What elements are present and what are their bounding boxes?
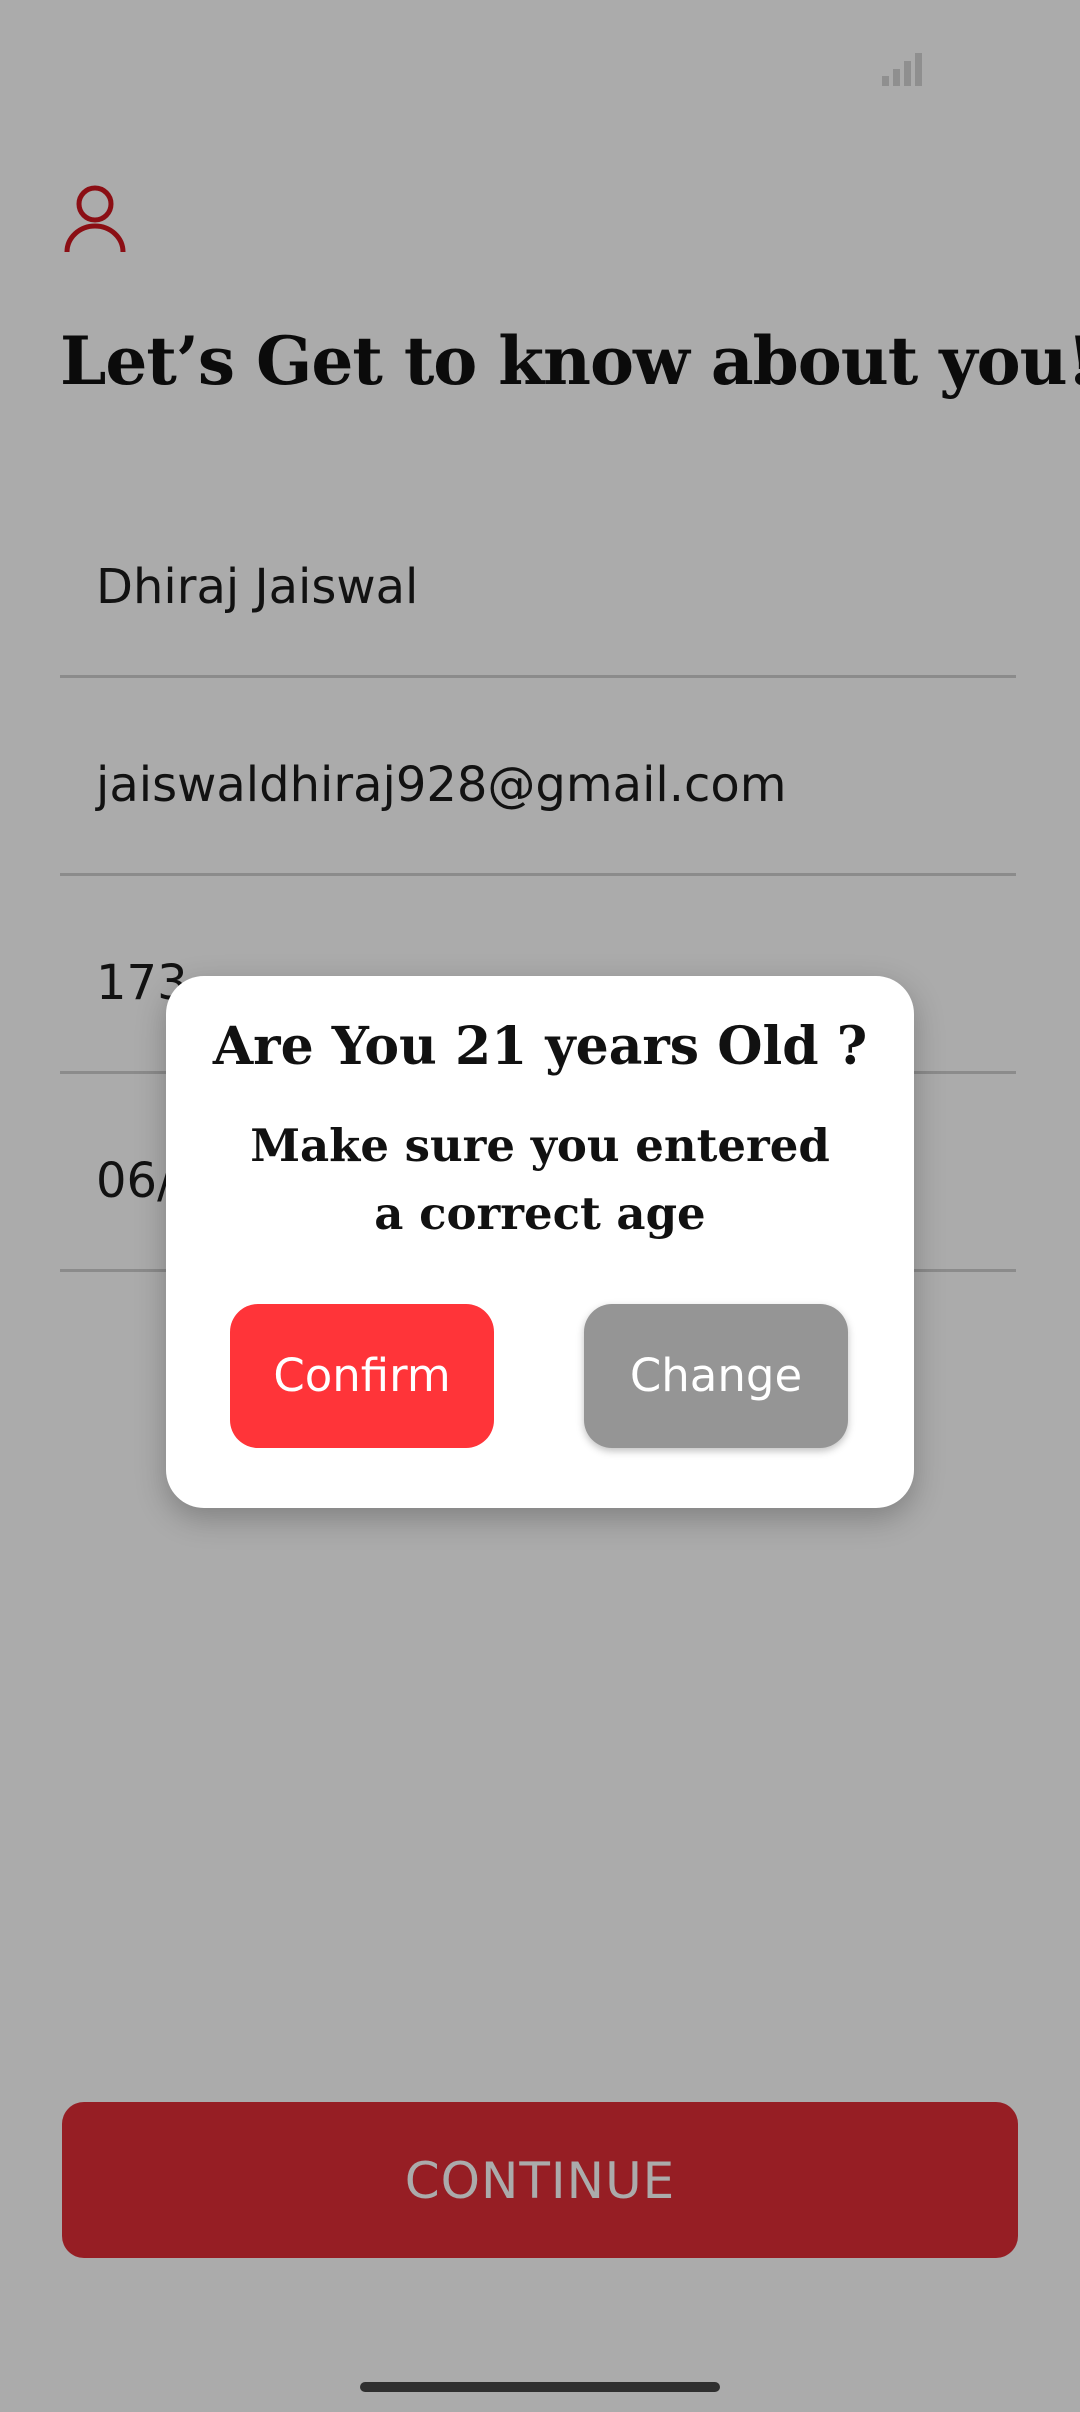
home-indicator[interactable]: [360, 2382, 720, 2392]
confirm-button[interactable]: Confirm: [230, 1304, 494, 1448]
dialog-message: Make sure you entered a correct age: [250, 1119, 830, 1240]
profile-screen: 20:35 0.00 KB/S Vo LTE × 17% Let’s Get t…: [0, 0, 1080, 2412]
change-button[interactable]: Change: [584, 1304, 848, 1448]
dialog-title: Are You 21 years Old ?: [212, 1016, 868, 1077]
age-confirmation-dialog: Are You 21 years Old ? Make sure you ent…: [166, 976, 914, 1508]
